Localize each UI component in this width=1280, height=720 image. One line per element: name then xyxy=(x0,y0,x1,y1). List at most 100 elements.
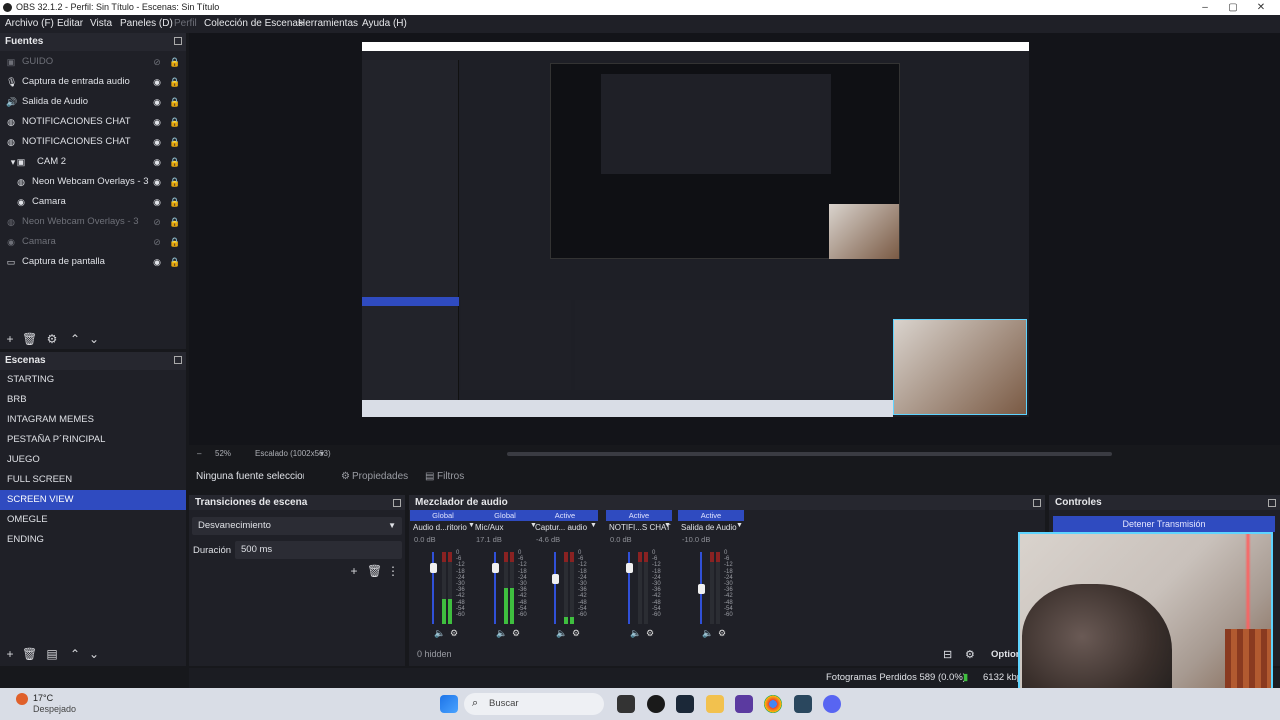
source-item[interactable]: ▣ GUIDO ⊘ 🔒 xyxy=(0,52,186,72)
eye-icon[interactable]: ◉ xyxy=(152,257,162,267)
scene-item[interactable]: FULL SCREEN xyxy=(0,470,186,490)
lock-icon[interactable]: 🔒 xyxy=(169,157,180,167)
dock-float-icon[interactable] xyxy=(1033,499,1041,507)
mute-speaker-icon[interactable]: 🔈 xyxy=(702,628,713,639)
scene-item[interactable]: SCREEN VIEW xyxy=(0,490,186,510)
menu-profile[interactable]: Perfil xyxy=(174,15,197,33)
mute-speaker-icon[interactable]: 🔈 xyxy=(630,628,641,639)
chrome-icon[interactable] xyxy=(764,695,782,713)
move-up-button[interactable]: ⌃ xyxy=(68,333,82,345)
lock-icon[interactable]: 🔒 xyxy=(169,217,180,227)
menu-scene-collection[interactable]: Colección de Escenas xyxy=(204,15,303,33)
eye-icon[interactable]: ◉ xyxy=(152,77,162,87)
file-explorer-icon[interactable] xyxy=(706,695,724,713)
steam-icon[interactable] xyxy=(676,695,694,713)
source-item[interactable]: ◍ Neon Webcam Overlays - 3 ◉ 🔒 xyxy=(0,172,186,192)
lock-icon[interactable]: 🔒 xyxy=(169,237,180,247)
mute-speaker-icon[interactable]: 🔈 xyxy=(556,628,567,639)
eye-icon[interactable]: ◉ xyxy=(152,137,162,147)
volume-slider[interactable] xyxy=(429,552,437,624)
audio-settings-gear-icon[interactable]: ⚙ xyxy=(450,628,458,639)
volume-slider[interactable] xyxy=(697,552,705,624)
menu-edit[interactable]: Editar xyxy=(57,15,83,33)
discord-icon[interactable] xyxy=(823,695,841,713)
scene-item[interactable]: BRB xyxy=(0,390,186,410)
volume-slider[interactable] xyxy=(625,552,633,624)
settings-gear-icon[interactable]: ⚙ xyxy=(965,648,975,661)
channel-menu-chevron-icon[interactable]: ▼ xyxy=(590,522,597,529)
volume-slider[interactable] xyxy=(491,552,499,624)
eye-icon[interactable]: ◉ xyxy=(152,117,162,127)
scene-up-button[interactable]: ⌃ xyxy=(68,648,82,660)
scene-item[interactable]: PESTAÑA P´RINCIPAL xyxy=(0,430,186,450)
menu-file[interactable]: Archivo (F) xyxy=(5,15,54,33)
volume-knob[interactable] xyxy=(551,573,559,584)
audio-settings-gear-icon[interactable]: ⚙ xyxy=(512,628,520,639)
scene-item[interactable]: STARTING xyxy=(0,370,186,390)
menu-view[interactable]: Vista xyxy=(90,15,112,33)
source-item[interactable]: ◉ Camara ⊘ 🔒 xyxy=(0,232,186,252)
source-item[interactable]: ◍ NOTIFICACIONES CHAT ◉ 🔒 xyxy=(0,112,186,132)
audio-settings-gear-icon[interactable]: ⚙ xyxy=(718,628,726,639)
source-item[interactable]: ◍ NOTIFICACIONES CHAT ◉ 🔒 xyxy=(0,132,186,152)
more-options-icon[interactable]: ⋮ xyxy=(386,565,400,577)
horizontal-scrollbar[interactable] xyxy=(507,452,1112,456)
scene-item[interactable]: ENDING xyxy=(0,530,186,550)
eye-hidden-icon[interactable]: ⊘ xyxy=(152,237,162,247)
scale-dropdown-chevron-down-icon[interactable]: ▾ xyxy=(320,447,324,461)
lock-icon[interactable]: 🔒 xyxy=(169,137,180,147)
source-settings-gear-icon[interactable]: ⚙ xyxy=(45,333,59,345)
transition-select[interactable]: Desvanecimiento ▼ xyxy=(192,517,402,535)
add-source-button[interactable]: + xyxy=(3,333,17,345)
remove-scene-button[interactable]: 🗑 xyxy=(22,648,37,660)
volume-slider[interactable] xyxy=(551,552,559,624)
mute-speaker-icon[interactable]: 🔈 xyxy=(496,628,507,639)
start-windows-icon[interactable] xyxy=(440,695,458,713)
lock-icon[interactable]: 🔒 xyxy=(169,77,180,87)
task-view-icon[interactable] xyxy=(617,695,635,713)
audio-settings-gear-icon[interactable]: ⚙ xyxy=(572,628,580,639)
channel-menu-chevron-icon[interactable]: ▼ xyxy=(664,522,671,529)
eye-hidden-icon[interactable]: ⊘ xyxy=(152,57,162,67)
minimize-button[interactable]: – xyxy=(1190,0,1220,15)
eye-hidden-icon[interactable]: ⊘ xyxy=(152,217,162,227)
mute-speaker-icon[interactable]: 🔈 xyxy=(434,628,445,639)
filters-button[interactable]: Filtros xyxy=(437,467,464,487)
dock-float-icon[interactable] xyxy=(1268,499,1276,507)
add-transition-button[interactable]: + xyxy=(347,565,361,577)
audio-settings-gear-icon[interactable]: ⚙ xyxy=(646,628,654,639)
channel-name[interactable]: Salida de Audio xyxy=(678,521,744,534)
scene-filters-icon[interactable]: ▤ xyxy=(45,648,59,660)
scene-item[interactable]: INTAGRAM MEMES xyxy=(0,410,186,430)
lock-icon[interactable]: 🔒 xyxy=(169,117,180,127)
volume-knob[interactable] xyxy=(625,562,633,573)
eye-icon[interactable]: ◉ xyxy=(152,157,162,167)
dock-float-icon[interactable] xyxy=(174,356,182,364)
obs-taskbar-icon[interactable] xyxy=(647,695,665,713)
zoom-out-button[interactable]: – xyxy=(197,447,201,461)
scene-down-button[interactable]: ⌄ xyxy=(87,648,101,660)
eye-icon[interactable]: ◉ xyxy=(152,97,162,107)
stop-streaming-button[interactable]: Detener Transmisión xyxy=(1053,516,1275,532)
source-item[interactable]: ◉ Camara ◉ 🔒 xyxy=(0,192,186,212)
source-item[interactable]: 🔊 Salida de Audio ◉ 🔒 xyxy=(0,92,186,112)
channel-name[interactable]: NOTIFI...S CHAT xyxy=(606,521,672,534)
scene-item[interactable]: OMEGLE xyxy=(0,510,186,530)
source-item[interactable]: ▭ Captura de pantalla ◉ 🔒 xyxy=(0,252,186,272)
weather-icon[interactable] xyxy=(16,693,28,705)
move-down-button[interactable]: ⌄ xyxy=(87,333,101,345)
remove-transition-button[interactable]: 🗑 xyxy=(367,565,382,577)
lock-icon[interactable]: 🔒 xyxy=(169,97,180,107)
menu-docks[interactable]: Paneles (D) xyxy=(120,15,173,33)
add-scene-button[interactable]: + xyxy=(3,648,17,660)
menu-tools[interactable]: Herramientas xyxy=(298,15,358,33)
source-item[interactable]: 🎙 Captura de entrada audio ◉ 🔒 xyxy=(0,72,186,92)
steam-2-icon[interactable] xyxy=(794,695,812,713)
maximize-button[interactable]: ▢ xyxy=(1218,0,1248,15)
app-icon[interactable] xyxy=(735,695,753,713)
layout-icon[interactable]: ⊟ xyxy=(943,648,952,661)
source-item[interactable]: ◍ Neon Webcam Overlays - 3 ⊘ 🔒 xyxy=(0,212,186,232)
close-button[interactable]: ✕ xyxy=(1246,0,1276,15)
volume-knob[interactable] xyxy=(491,562,499,573)
channel-name[interactable]: Mic/Aux xyxy=(472,521,538,534)
